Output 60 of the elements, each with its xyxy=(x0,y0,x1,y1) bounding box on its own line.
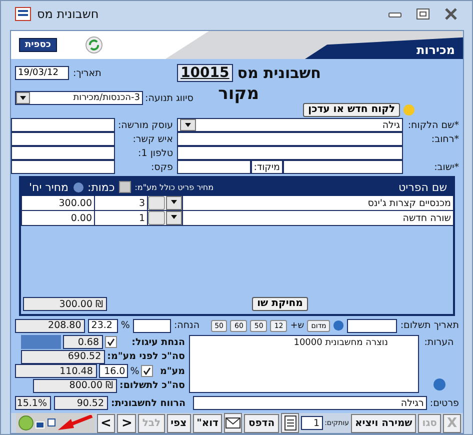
profit-label: הרווח לחשבונית: xyxy=(111,398,186,408)
column-header: כמות: xyxy=(88,180,115,194)
nav-button[interactable]: > xyxy=(96,414,116,432)
field-label: פקס: xyxy=(150,162,174,172)
discount-percent-field[interactable]: 23.2 xyxy=(88,318,118,332)
vat-rate-field[interactable]: 16.0 xyxy=(98,364,128,378)
customer-name-field[interactable]: גילה xyxy=(177,118,403,132)
field-label: עוסק מורשה: xyxy=(116,120,174,130)
details-field[interactable]: רגילה xyxy=(192,396,427,410)
quantity-cell[interactable]: 1 xyxy=(94,211,147,225)
percent-sign: % xyxy=(130,366,140,377)
zip-label: מיקוד: xyxy=(251,160,283,174)
toolbar-button[interactable]: הדפס xyxy=(244,414,279,432)
discount-label: הנחה: xyxy=(174,320,200,331)
date-field[interactable]: 19/03/12 xyxy=(15,66,69,80)
toolbar-button[interactable]: שמירה ויציא xyxy=(351,414,416,432)
column-header: מחיר יח' xyxy=(29,180,68,194)
copies-field[interactable]: 1 xyxy=(300,416,323,430)
invoice-number: 10015 xyxy=(176,64,234,82)
rounding-label: הנחת עיגול: xyxy=(130,336,185,348)
before-vat-value: 690.52 xyxy=(21,350,106,364)
details-label: פרטים: xyxy=(430,398,459,408)
total-value: 800.00 ₪ xyxy=(33,378,117,393)
notes-label: הערות: xyxy=(424,337,454,348)
date-label: תאריך: xyxy=(73,68,102,78)
percent-sign: % xyxy=(120,320,130,331)
vat-label: מע"מ xyxy=(158,366,185,377)
payment-date-label: תאריך תשלום: xyxy=(400,320,459,331)
notes-field[interactable]: נוצרה מחשבונית 10000 xyxy=(189,335,419,393)
unit-price-cell[interactable]: 0.00 xyxy=(21,211,94,225)
toolbar-button[interactable]: צפי xyxy=(166,414,191,432)
field-label: טלפון 1: xyxy=(137,148,174,158)
vat-value: 110.48 xyxy=(15,364,97,378)
items-total: 300.00 ₪ xyxy=(23,297,107,311)
price-incl-label: מחיר פריט כולל מע"מ: xyxy=(134,182,214,192)
column-header: שם הפריט xyxy=(398,180,447,194)
movement-dropdown[interactable]: 3-הכנסות/מכירות xyxy=(15,91,143,105)
field-label: *רחוב: xyxy=(430,134,459,144)
field-label: *ישוב: xyxy=(433,162,459,172)
field-label: איש קשר: xyxy=(132,134,174,144)
invoice-title: חשבונית מס xyxy=(237,64,321,82)
unit-price-cell[interactable]: 300.00 xyxy=(21,196,94,210)
movement-label: סיווג תנועה: xyxy=(145,92,194,104)
plus-label: ש+ xyxy=(290,320,304,330)
rounding-value: 0.68 xyxy=(63,335,103,350)
field-label: *שם הלקוח: xyxy=(406,120,459,130)
profit-percent: 15.1% xyxy=(15,396,51,410)
discount-amount: 208.80 xyxy=(15,318,86,332)
quantity-cell[interactable]: 3 xyxy=(94,196,147,210)
total-label: סה"כ לתשלום: xyxy=(119,380,185,392)
before-vat-label: סה"כ לפני מע"מ: xyxy=(107,351,185,362)
delete-row-button[interactable]: מחיקת שו xyxy=(252,297,308,311)
section-title: מכירות xyxy=(416,43,455,57)
copy-type: מקור xyxy=(218,84,259,104)
new-customer-button[interactable]: לקוח חדש או עדכן xyxy=(303,103,400,117)
toolbar-button[interactable]: דוא" xyxy=(192,414,222,432)
logo: כספית xyxy=(19,38,57,52)
window-title: חשבונית מס xyxy=(37,7,99,21)
nav-button[interactable]: < xyxy=(117,414,136,432)
profit-value: 90.52 xyxy=(54,396,108,410)
